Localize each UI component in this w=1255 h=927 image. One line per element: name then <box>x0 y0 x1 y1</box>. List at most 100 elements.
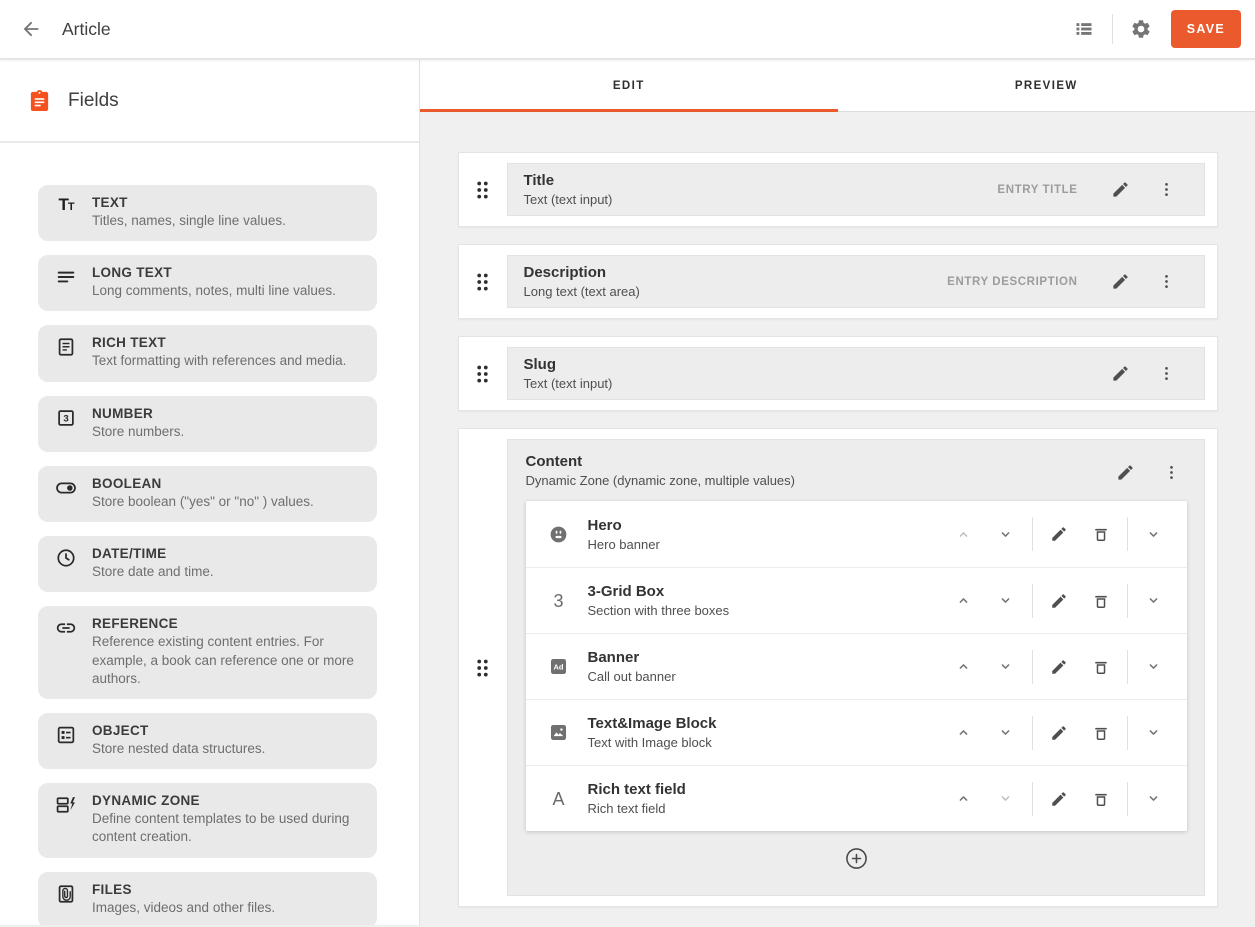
block-controls <box>943 781 1175 817</box>
save-button[interactable]: SAVE <box>1171 10 1241 48</box>
move-up-button[interactable] <box>943 649 985 685</box>
kebab-icon <box>1157 180 1176 199</box>
list-view-button[interactable] <box>1066 11 1102 47</box>
field-type-description: Images, videos and other files. <box>92 899 275 917</box>
trash-icon <box>1092 525 1110 543</box>
pencil-icon <box>1050 724 1068 742</box>
field-menu-button[interactable] <box>1157 457 1187 487</box>
field-card-description: Description Long text (text area) ENTRY … <box>458 244 1218 319</box>
field-title: Title <box>524 172 998 189</box>
block-row-text-image-block: Text&Image Block Text with Image block <box>526 699 1187 765</box>
controls-divider <box>1127 584 1128 618</box>
link-icon <box>53 616 79 688</box>
field-type-label: RICH TEXT <box>92 335 346 350</box>
trash-icon <box>1092 592 1110 610</box>
edit-field-button[interactable] <box>1111 457 1141 487</box>
edit-block-button[interactable] <box>1038 781 1080 817</box>
move-down-button[interactable] <box>985 649 1027 685</box>
controls-divider <box>1127 782 1128 816</box>
expand-block-button[interactable] <box>1133 516 1175 552</box>
sidebar-item-reference[interactable]: REFERENCE Reference existing content ent… <box>38 606 377 699</box>
field-type-description: Store date and time. <box>92 563 214 581</box>
field-type-label: TEXT <box>92 195 286 210</box>
settings-button[interactable] <box>1123 11 1159 47</box>
edit-field-button[interactable] <box>1106 359 1136 389</box>
move-up-button[interactable] <box>943 516 985 552</box>
tab-preview[interactable]: PREVIEW <box>838 60 1255 111</box>
expand-block-button[interactable] <box>1133 649 1175 685</box>
delete-block-button[interactable] <box>1080 715 1122 751</box>
chevron-down-icon <box>998 527 1013 542</box>
delete-block-button[interactable] <box>1080 516 1122 552</box>
chevron-down-icon <box>998 791 1013 806</box>
edit-block-button[interactable] <box>1038 516 1080 552</box>
sidebar-item-boolean[interactable]: BOOLEAN Store boolean ("yes" or "no" ) v… <box>38 466 377 522</box>
field-type-label: DYNAMIC ZONE <box>92 793 365 808</box>
field-menu-button[interactable] <box>1152 175 1182 205</box>
move-down-button[interactable] <box>985 583 1027 619</box>
arrow-left-icon <box>20 18 42 40</box>
sidebar-item-text[interactable]: TT TEXT Titles, names, single line value… <box>38 185 377 241</box>
chevron-up-icon <box>956 593 971 608</box>
chevron-up-icon <box>956 725 971 740</box>
controls-divider <box>1127 517 1128 551</box>
move-down-button[interactable] <box>985 781 1027 817</box>
kebab-icon <box>1157 364 1176 383</box>
drag-handle-icon[interactable] <box>459 439 507 896</box>
tab-bar: EDIT PREVIEW <box>420 60 1255 112</box>
letter-a-icon: A <box>546 790 572 808</box>
sidebar-item-datetime[interactable]: DATE/TIME Store date and time. <box>38 536 377 592</box>
field-type-description: Titles, names, single line values. <box>92 212 286 230</box>
drag-handle-icon[interactable] <box>459 347 507 400</box>
block-row-hero: Hero Hero banner <box>526 501 1187 567</box>
sidebar-item-number[interactable]: 3 NUMBER Store numbers. <box>38 396 377 452</box>
field-type-label: LONG TEXT <box>92 265 336 280</box>
digit-3-icon: 3 <box>546 592 572 610</box>
expand-block-button[interactable] <box>1133 583 1175 619</box>
back-button[interactable] <box>12 10 50 48</box>
sidebar-item-object[interactable]: OBJECT Store nested data structures. <box>38 713 377 769</box>
field-card-content-dynamic-zone: Content Dynamic Zone (dynamic zone, mult… <box>458 428 1218 907</box>
drag-handle-icon[interactable] <box>459 255 507 308</box>
expand-block-button[interactable] <box>1133 781 1175 817</box>
delete-block-button[interactable] <box>1080 583 1122 619</box>
sidebar-item-dynamic-zone[interactable]: DYNAMIC ZONE Define content templates to… <box>38 783 377 857</box>
tab-edit[interactable]: EDIT <box>420 60 838 111</box>
block-row-rich-text-field: A Rich text field Rich text field <box>526 765 1187 831</box>
move-up-button[interactable] <box>943 781 985 817</box>
controls-divider <box>1032 650 1033 684</box>
field-menu-button[interactable] <box>1152 359 1182 389</box>
sidebar-item-rich-text[interactable]: RICH TEXT Text formatting with reference… <box>38 325 377 381</box>
dynamic-zone-block-list: Hero Hero banner <box>526 501 1187 831</box>
field-type-label: REFERENCE <box>92 616 365 631</box>
block-title: Banner <box>588 649 943 666</box>
field-title: Content <box>526 453 1111 470</box>
field-box: Title Text (text input) ENTRY TITLE <box>507 163 1205 216</box>
sidebar-item-files[interactable]: FILES Images, videos and other files. <box>38 872 377 925</box>
number-icon: 3 <box>53 406 79 441</box>
chevron-up-icon <box>956 791 971 806</box>
move-up-button[interactable] <box>943 583 985 619</box>
edit-block-button[interactable] <box>1038 583 1080 619</box>
drag-handle-icon[interactable] <box>459 163 507 216</box>
delete-block-button[interactable] <box>1080 649 1122 685</box>
move-up-button[interactable] <box>943 715 985 751</box>
sidebar-item-long-text[interactable]: LONG TEXT Long comments, notes, multi li… <box>38 255 377 311</box>
expand-block-button[interactable] <box>1133 715 1175 751</box>
edit-field-button[interactable] <box>1106 267 1136 297</box>
edit-block-button[interactable] <box>1038 649 1080 685</box>
delete-block-button[interactable] <box>1080 781 1122 817</box>
block-controls <box>943 516 1175 552</box>
dynamic-zone-footer <box>526 833 1187 883</box>
move-down-button[interactable] <box>985 715 1027 751</box>
move-down-button[interactable] <box>985 516 1027 552</box>
field-box: Description Long text (text area) ENTRY … <box>507 255 1205 308</box>
edit-field-button[interactable] <box>1106 175 1136 205</box>
add-block-button[interactable] <box>836 838 876 878</box>
sidebar-title: Fields <box>68 90 119 112</box>
boolean-toggle-icon <box>53 476 79 511</box>
chevron-down-icon <box>998 659 1013 674</box>
topbar-actions: SAVE <box>1066 10 1241 48</box>
edit-block-button[interactable] <box>1038 715 1080 751</box>
field-menu-button[interactable] <box>1152 267 1182 297</box>
